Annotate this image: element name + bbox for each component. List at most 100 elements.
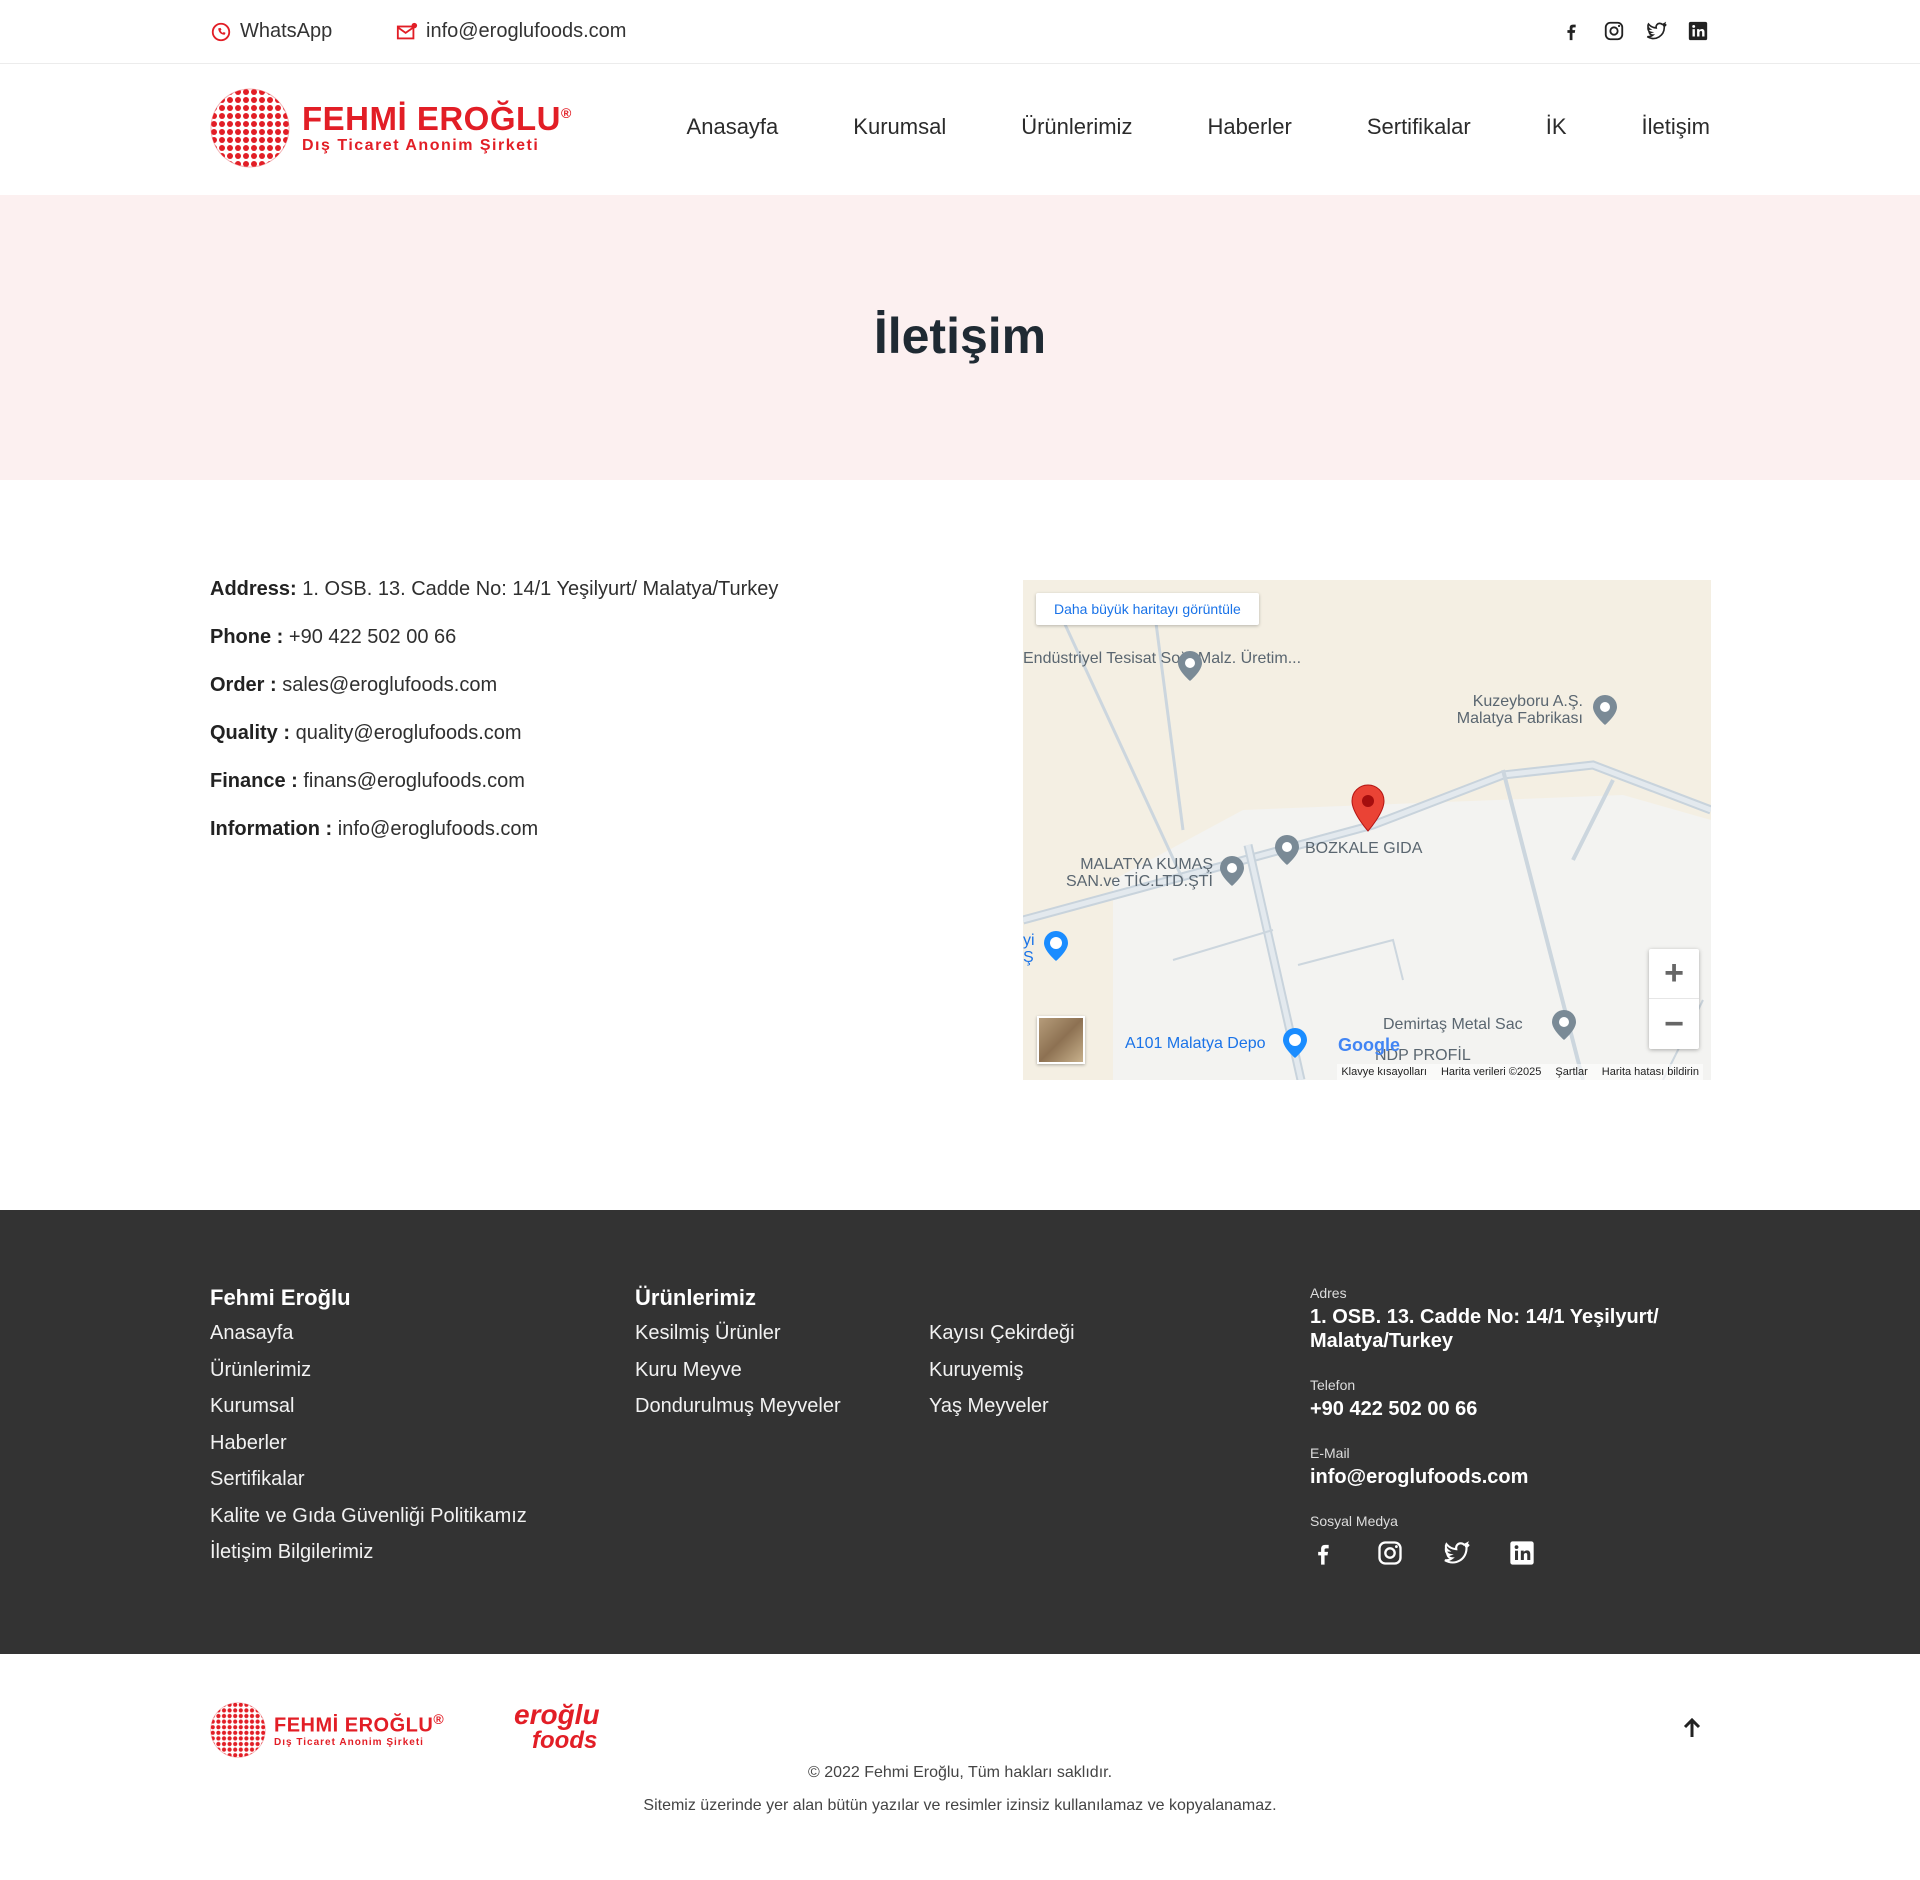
terms-link[interactable]: Şartlar [1555, 1066, 1587, 1078]
footer-link[interactable]: Ürünlerimiz [210, 1359, 527, 1396]
footer-col1-links: Anasayfa Ürünlerimiz Kurumsal Haberler S… [210, 1322, 527, 1578]
footer-col3-links: Kayısı Çekirdeği Kuruyemiş Yaş Meyveler [929, 1322, 1075, 1432]
linkedin-icon[interactable] [1686, 19, 1710, 43]
footer-link[interactable]: Sertifikalar [210, 1468, 527, 1505]
logo-title: FEHMİ EROĞLU [274, 1714, 434, 1737]
logo-subtitle: Dış Ticaret Anonim Şirketi [302, 136, 540, 154]
info-label: Finance : [210, 770, 298, 792]
google-map[interactable]: Daha büyük haritayı görüntüle Endüstriye… [1023, 580, 1711, 1080]
info-label: Phone : [210, 626, 284, 648]
zoom-in-button[interactable]: + [1649, 949, 1699, 999]
info-order: Order : sales@eroglufoods.com [210, 674, 778, 722]
footer-link[interactable]: Kesilmiş Ürünler [635, 1322, 841, 1359]
map-pin-icon [1275, 835, 1299, 865]
phone-label: Telefon [1310, 1377, 1356, 1393]
top-bar: WhatsApp info@eroglufoods.com [0, 0, 1920, 64]
keyboard-shortcuts-link[interactable]: Klavye kısayolları [1341, 1066, 1427, 1078]
map-pin-icon [1593, 695, 1617, 725]
map-pin-icon [1552, 1010, 1576, 1040]
twitter-icon[interactable] [1644, 19, 1668, 43]
footer-link[interactable]: İletişim Bilgilerimiz [210, 1541, 527, 1578]
satellite-toggle[interactable] [1037, 1016, 1085, 1064]
info-value[interactable]: sales@eroglufoods.com [277, 674, 497, 696]
map-label-demirtas: Demirtaş Metal Sac [1383, 1016, 1523, 1033]
info-label: Quality : [210, 722, 291, 744]
view-larger-map-button[interactable]: Daha büyük haritayı görüntüle [1036, 593, 1259, 625]
main-nav: Anasayfa Kurumsal Ürünlerimiz Haberler S… [687, 114, 1710, 140]
footer-link[interactable]: Kuruyemiş [929, 1359, 1075, 1396]
info-value: 1. OSB. 13. Cadde No: 14/1 Yeşilyurt/ Ma… [296, 578, 779, 600]
site-header: FEHMİ EROĞLU® Dış Ticaret Anonim Şirketi… [0, 64, 1920, 195]
info-value[interactable]: info@eroglufoods.com [332, 818, 538, 840]
brand-logo[interactable]: FEHMİ EROĞLU® Dış Ticaret Anonim Şirketi [210, 88, 572, 168]
map-label-kuzeyboru: Kuzeyboru A.Ş. Malatya Fabrikası [1456, 693, 1583, 727]
map-label-partial: yi Ş [1023, 932, 1035, 966]
info-finance: Finance : finans@eroglufoods.com [210, 770, 778, 818]
footer-contact: Adres 1. OSB. 13. Cadde No: 14/1 Yeşilyu… [1310, 1285, 1670, 1591]
contact-info: Address: 1. OSB. 13. Cadde No: 14/1 Yeşi… [210, 578, 778, 866]
info-quality: Quality : quality@eroglufoods.com [210, 722, 778, 770]
zoom-out-button[interactable]: − [1649, 999, 1699, 1049]
linkedin-icon[interactable] [1508, 1539, 1536, 1567]
map-label-malatya-kumas: MALATYA KUMAŞ SAN.ve TİC.LTD.ŞTİ [1066, 856, 1213, 890]
shopping-pin-icon [1283, 1028, 1307, 1058]
footer-col2-title: Ürünlerimiz [635, 1285, 757, 1310]
eroglu-logo-line: foods [532, 1727, 598, 1754]
footer-link[interactable]: Anasayfa [210, 1322, 527, 1359]
map-label-a101: A101 Malatya Depo [1125, 1035, 1266, 1052]
logo-sphere-icon [210, 88, 290, 168]
instagram-icon[interactable] [1602, 19, 1626, 43]
logo-subtitle: Dış Ticaret Anonim Şirketi [274, 1737, 424, 1749]
map-label-bozkale: BOZKALE GIDA [1305, 840, 1423, 857]
nav-ik[interactable]: İK [1546, 114, 1567, 140]
nav-kurumsal[interactable]: Kurumsal [853, 114, 946, 140]
email-link[interactable]: info@eroglufoods.com [396, 20, 626, 43]
logo-sphere-icon [210, 1702, 266, 1758]
instagram-icon[interactable] [1376, 1539, 1404, 1567]
nav-iletisim[interactable]: İletişim [1642, 114, 1710, 140]
whatsapp-label: WhatsApp [240, 20, 333, 42]
page-hero: İletişim [0, 195, 1920, 480]
footer-col1-title: Fehmi Eroğlu [210, 1285, 351, 1310]
footer-link[interactable]: Haberler [210, 1432, 527, 1469]
footer-link[interactable]: Kurumsal [210, 1395, 527, 1432]
footer-socials [1310, 1539, 1670, 1567]
site-footer: Fehmi Eroğlu Anasayfa Ürünlerimiz Kurums… [0, 1210, 1920, 1654]
footer-link[interactable]: Dondurulmuş Meyveler [635, 1395, 841, 1432]
eroglu-logo-line: eroğlu [514, 1699, 600, 1730]
facebook-icon[interactable] [1310, 1539, 1338, 1567]
phone-value[interactable]: +90 422 502 00 66 [1310, 1397, 1670, 1421]
info-value[interactable]: +90 422 502 00 66 [283, 626, 456, 648]
nav-sertifikalar[interactable]: Sertifikalar [1367, 114, 1471, 140]
footer-col2-links: Kesilmiş Ürünler Kuru Meyve Dondurulmuş … [635, 1322, 841, 1432]
shopping-pin-icon [1044, 931, 1068, 961]
bottom-logo[interactable]: FEHMİ EROĞLU® Dış Ticaret Anonim Şirketi [210, 1702, 444, 1758]
footer-link[interactable]: Kuru Meyve [635, 1359, 841, 1396]
eroglu-foods-logo[interactable]: eroğlu foods [514, 1699, 600, 1754]
whatsapp-icon [211, 22, 231, 41]
footer-link[interactable]: Kayısı Çekirdeği [929, 1322, 1075, 1359]
facebook-icon[interactable] [1560, 19, 1584, 43]
scroll-to-top-icon[interactable] [1680, 1716, 1704, 1740]
info-value[interactable]: quality@eroglufoods.com [290, 722, 522, 744]
email-value[interactable]: info@eroglufoods.com [1310, 1465, 1670, 1489]
footer-link[interactable]: Kalite ve Gıda Güvenliği Politikamız [210, 1505, 527, 1542]
map-pin-icon [1220, 856, 1244, 886]
info-value[interactable]: finans@eroglufoods.com [298, 770, 525, 792]
twitter-icon[interactable] [1442, 1539, 1470, 1567]
page-title: İletişim [873, 308, 1047, 364]
whatsapp-link[interactable]: WhatsApp [210, 20, 332, 43]
nav-haberler[interactable]: Haberler [1207, 114, 1291, 140]
nav-urunlerimiz[interactable]: Ürünlerimiz [1021, 114, 1132, 140]
map-zoom-control: + − [1649, 949, 1699, 1049]
footer-link[interactable]: Yaş Meyveler [929, 1395, 1075, 1432]
rights-text: Sitemiz üzerinde yer alan bütün yazılar … [643, 1797, 1277, 1814]
report-error-link[interactable]: Harita hatası bildirin [1602, 1066, 1699, 1078]
map-pin-icon [1178, 651, 1202, 681]
map-data-label: Harita verileri ©2025 [1440, 1066, 1542, 1078]
nav-anasayfa[interactable]: Anasayfa [687, 114, 779, 140]
map-label-endustriyel: Endüstriyel Tesisat Soğ. Malz. Üretim... [1023, 650, 1302, 667]
email-label: info@eroglufoods.com [426, 20, 627, 42]
info-label: Order : [210, 674, 277, 696]
address-value: 1. OSB. 13. Cadde No: 14/1 Yeşilyurt/ Ma… [1310, 1306, 1659, 1352]
